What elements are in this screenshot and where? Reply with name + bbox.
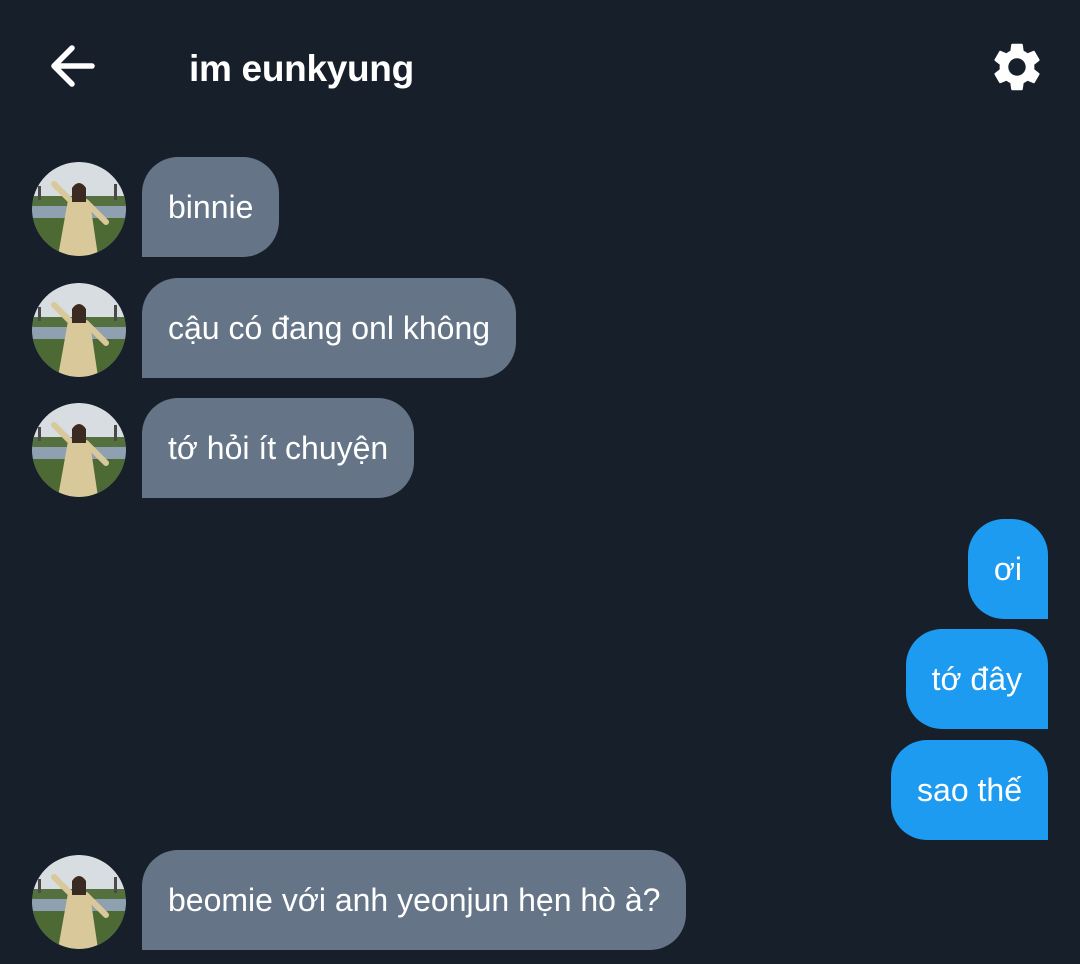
message-bubble-incoming[interactable]: tớ hỏi ít chuyện — [142, 398, 415, 498]
settings-button[interactable] — [988, 38, 1046, 96]
avatar[interactable] — [32, 283, 126, 377]
gear-icon — [994, 43, 1040, 91]
message-bubble-incoming[interactable]: binnie — [142, 157, 280, 257]
message-bubble-outgoing[interactable]: tớ đây — [905, 629, 1048, 729]
avatar[interactable] — [32, 855, 126, 949]
chat-header: im eunkyung — [0, 0, 1080, 130]
back-button[interactable] — [44, 38, 104, 94]
avatar[interactable] — [32, 162, 126, 256]
conversation-title: im eunkyung — [189, 48, 414, 89]
avatar[interactable] — [32, 403, 126, 497]
message-bubble-incoming[interactable]: cậu có đang onl không — [142, 278, 517, 378]
arrow-left-icon — [51, 45, 95, 87]
message-bubble-outgoing[interactable]: sao thế — [891, 740, 1048, 840]
message-bubble-outgoing[interactable]: ơi — [967, 519, 1048, 619]
chat-screen: im eunkyung binnie cậu có đang onl không… — [0, 0, 1080, 964]
message-bubble-incoming[interactable]: beomie với anh yeonjun hẹn hò à? — [142, 850, 687, 950]
